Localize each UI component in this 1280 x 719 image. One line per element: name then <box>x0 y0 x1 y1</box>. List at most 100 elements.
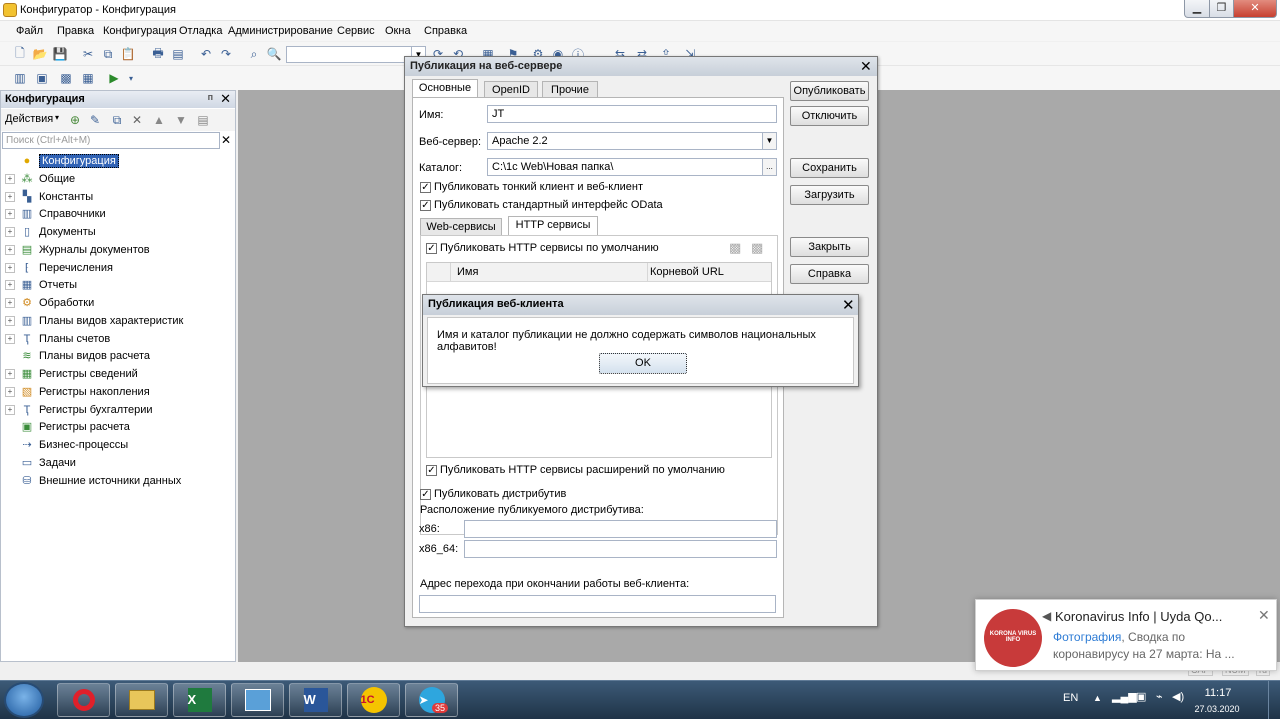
table-icon[interactable]: ▦ <box>80 70 96 86</box>
help-button[interactable]: Справка <box>790 264 869 284</box>
signal-icon[interactable]: ▂▄▆ <box>1112 690 1137 703</box>
save-button[interactable]: Сохранить <box>790 158 869 178</box>
redo-icon[interactable]: ↷ <box>218 46 234 62</box>
tree-item-ext-sources[interactable]: ⛁ Внешние источники данных <box>5 472 181 490</box>
browse-button[interactable]: ... <box>762 159 776 175</box>
add-icon[interactable]: ⊕ <box>67 112 83 128</box>
show-desktop-button[interactable] <box>1268 681 1280 719</box>
tree-item-accum-reg[interactable]: + ▧ Регистры накопления <box>5 383 150 401</box>
save-icon[interactable]: 💾 <box>52 46 68 62</box>
tree-item-bp[interactable]: ⇢ Бизнес-процессы <box>5 436 128 454</box>
tray-expand-icon[interactable]: ▲ <box>1093 693 1102 703</box>
expand-icon[interactable]: + <box>5 387 15 397</box>
storage-icon[interactable]: ▩ <box>58 70 74 86</box>
copy-rows-icon[interactable]: ▩ <box>729 240 741 256</box>
tree-item-common[interactable]: + ⁂ Общие <box>5 170 75 188</box>
exit-url-field[interactable] <box>419 595 776 613</box>
tree-item-catalogs[interactable]: + ▥ Справочники <box>5 205 106 223</box>
tree-item-journals[interactable]: + ▤ Журналы документов <box>5 241 150 259</box>
chevron-down-icon[interactable]: ▾ <box>55 113 59 122</box>
expand-icon[interactable]: + <box>5 369 15 379</box>
close-window-button[interactable]: ✕ <box>1233 0 1277 18</box>
close-button[interactable]: Закрыть <box>790 237 869 257</box>
tray-language[interactable]: EN <box>1063 692 1078 704</box>
network-icon[interactable]: ▣ <box>1136 690 1146 703</box>
actions-menu[interactable]: Действия <box>5 113 53 125</box>
expand-icon[interactable]: + <box>5 405 15 415</box>
tree-item-info-reg[interactable]: + ▦ Регистры сведений <box>5 365 138 383</box>
close-icon[interactable]: ✕ <box>1258 607 1270 624</box>
volume-icon[interactable]: ◀) <box>1172 690 1184 703</box>
cut-icon[interactable]: ✂ <box>80 46 96 62</box>
checkbox-http-ext[interactable]: ✓ <box>426 465 437 476</box>
move-up-icon[interactable]: ▲ <box>151 112 167 128</box>
tree-item-config[interactable]: ● Конфигурация <box>5 152 119 170</box>
ok-button[interactable]: OK <box>599 353 687 374</box>
opera-icon[interactable] <box>57 683 110 717</box>
close-icon[interactable]: ✕ <box>220 91 231 107</box>
expand-icon[interactable]: + <box>5 263 15 273</box>
tab-http-services[interactable]: HTTP сервисы <box>508 216 598 236</box>
expand-icon[interactable]: + <box>5 316 15 326</box>
expand-icon[interactable]: + <box>5 334 15 344</box>
start-button[interactable] <box>4 682 44 718</box>
delete-icon[interactable]: ✕ <box>129 112 145 128</box>
checkbox-distrib[interactable]: ✓ <box>420 489 431 500</box>
tree-item-reports[interactable]: + ▦ Отчеты <box>5 276 77 294</box>
menu-edit[interactable]: Правка <box>57 25 94 37</box>
tray-time[interactable]: 11:17 <box>1198 687 1238 699</box>
tree-item-constants[interactable]: + ▚ Константы <box>5 188 93 206</box>
tray-date[interactable]: 27.03.2020 <box>1192 704 1242 714</box>
expand-icon[interactable]: + <box>5 245 15 255</box>
print-icon[interactable]: 🖶 <box>150 46 166 62</box>
publish-button[interactable]: Опубликовать <box>790 81 869 101</box>
col-root-url[interactable]: Корневой URL <box>650 266 724 278</box>
menu-administration[interactable]: Администрирование <box>228 25 333 37</box>
tree-item-calc-reg[interactable]: ▣ Регистры расчета <box>5 418 130 436</box>
paste-rows-icon[interactable]: ▩ <box>751 240 763 256</box>
tree-item-tasks[interactable]: ▭ Задачи <box>5 454 76 472</box>
checkbox-http-default[interactable]: ✓ <box>426 243 437 254</box>
open-icon[interactable]: 📂 <box>32 46 48 62</box>
remote-icon[interactable] <box>231 683 284 717</box>
tree-item-chart-chars[interactable]: + ▥ Планы видов характеристик <box>5 312 183 330</box>
tree-item-processing[interactable]: + ⚙ Обработки <box>5 294 94 312</box>
1c-icon[interactable]: 1С <box>347 683 400 717</box>
name-field[interactable]: JT <box>487 105 777 123</box>
tab-main[interactable]: Основные <box>412 79 478 99</box>
minimize-button[interactable]: ▁ <box>1184 0 1210 18</box>
telegram-icon[interactable]: ➤ <box>405 683 458 717</box>
expand-icon[interactable]: + <box>5 298 15 308</box>
paste-icon[interactable]: 📋 <box>120 46 136 62</box>
expand-icon[interactable]: + <box>5 209 15 219</box>
server-select[interactable]: Apache 2.2 ▼ <box>487 132 777 150</box>
word-icon[interactable]: W <box>289 683 342 717</box>
expand-icon[interactable]: + <box>5 227 15 237</box>
new-icon[interactable]: 🗋 <box>12 46 28 62</box>
tree-icon[interactable]: ▣ <box>34 70 50 86</box>
expand-icon[interactable]: + <box>5 192 15 202</box>
menu-help[interactable]: Справка <box>424 25 467 37</box>
expand-icon[interactable]: + <box>5 174 15 184</box>
move-down-icon[interactable]: ▼ <box>173 112 189 128</box>
sort-icon[interactable]: ▤ <box>195 112 211 128</box>
menu-windows[interactable]: Окна <box>385 25 411 37</box>
chevron-down-icon[interactable]: ▼ <box>762 133 776 149</box>
preview-icon[interactable]: ▤ <box>170 46 186 62</box>
x64-field[interactable] <box>464 540 777 558</box>
copy-item-icon[interactable]: ⧉ <box>109 112 125 128</box>
run-dropdown-icon[interactable]: ▾ <box>123 70 139 86</box>
tree-item-documents[interactable]: + ▯ Документы <box>5 223 96 241</box>
tree-item-chart-calc[interactable]: ≋ Планы видов расчета <box>5 347 150 365</box>
notification-popup[interactable]: KORONA VIRUS INFO ◀ Koronavirus Info | U… <box>975 599 1277 671</box>
menu-file[interactable]: Файл <box>16 25 43 37</box>
search-icon[interactable]: 🔍 <box>266 46 282 62</box>
tree-item-acc-reg[interactable]: + Ҭ Регистры бухгалтерии <box>5 401 153 419</box>
col-name[interactable]: Имя <box>457 266 478 278</box>
properties-icon[interactable]: ▥ <box>12 70 28 86</box>
explorer-icon[interactable] <box>115 683 168 717</box>
undo-icon[interactable]: ↶ <box>198 46 214 62</box>
close-icon[interactable]: ✕ <box>842 296 855 314</box>
menu-configuration[interactable]: Конфигурация <box>103 25 177 37</box>
menu-service[interactable]: Сервис <box>337 25 375 37</box>
